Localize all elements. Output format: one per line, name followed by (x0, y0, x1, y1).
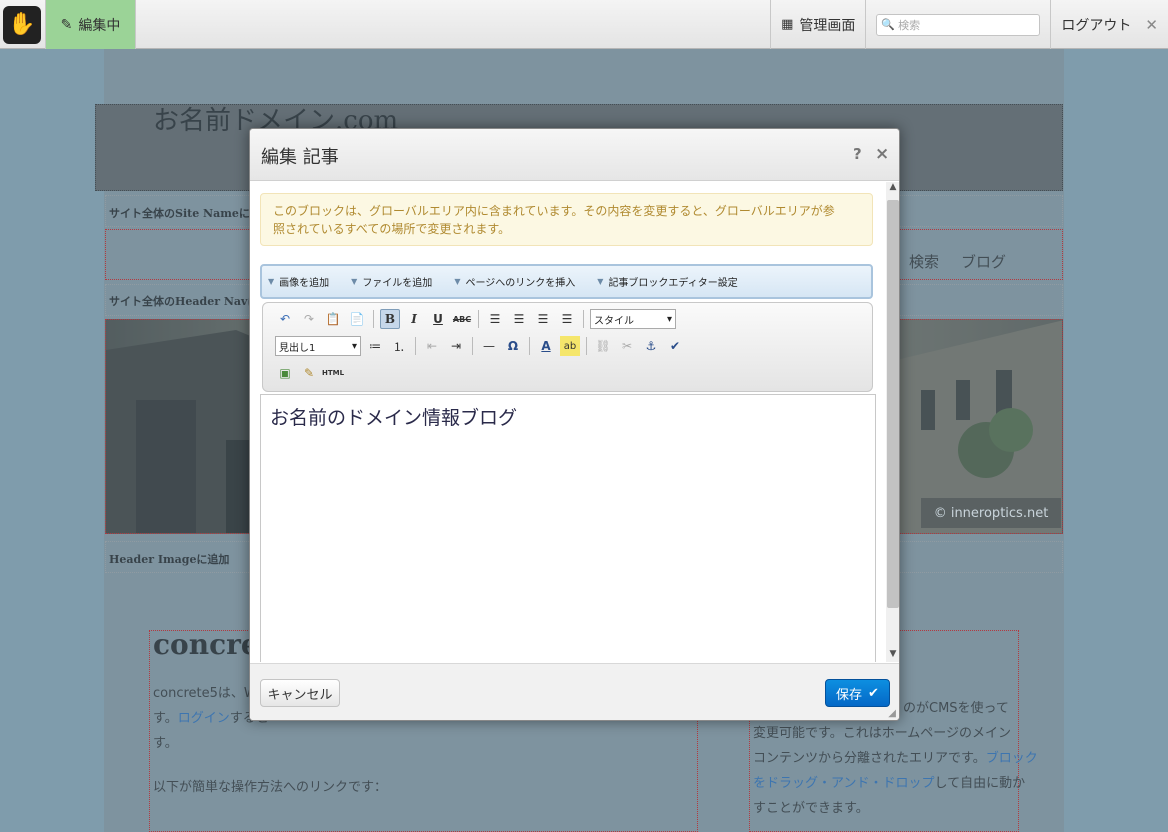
alert-line-2: 照されているすべての場所で変更されます。 (273, 222, 511, 236)
dashboard-grid-icon: ▦ (781, 17, 794, 32)
format-select-value: 見出し1 (279, 342, 316, 354)
bullet-list-icon[interactable]: ≔ (365, 336, 385, 356)
separator (478, 310, 479, 328)
toolbar: ✋ ✎ 編集中 ▦ 管理画面 🔍 検索 ログアウト ✕ (0, 0, 1168, 49)
separator (529, 337, 530, 355)
paste-icon[interactable]: 📋 (323, 309, 343, 329)
dashboard-label: 管理画面 (799, 17, 856, 34)
triangle-down-icon: ▼ (454, 277, 461, 286)
style-select[interactable]: スタイル ▾ (590, 309, 676, 329)
separator (415, 337, 416, 355)
chevron-down-icon: ▾ (351, 340, 357, 352)
scrollbar-thumb[interactable] (887, 200, 899, 608)
global-area-alert: このブロックは、グローバルエリア内に含まれています。その内容を変更すると、グロー… (260, 193, 873, 246)
underline-icon[interactable]: U (428, 309, 448, 329)
help-button[interactable]: ? (853, 145, 862, 163)
redo-icon[interactable]: ↷ (299, 309, 319, 329)
save-label: 保存 (836, 687, 863, 703)
triangle-down-icon: ▼ (268, 277, 275, 286)
concrete5-logo-button[interactable]: ✋ (0, 0, 44, 49)
checkmark-icon: ✔ (868, 685, 879, 701)
horizontal-rule-icon[interactable]: — (479, 336, 499, 356)
italic-icon[interactable]: I (404, 309, 424, 329)
edit-mode-label: 編集中 (78, 17, 121, 34)
separator (472, 337, 473, 355)
search-input[interactable]: 🔍 検索 (876, 13, 1041, 36)
strikethrough-icon[interactable]: ABC (452, 309, 472, 329)
search-icon: 🔍 (881, 18, 896, 31)
dialog-close-button[interactable]: × (875, 144, 889, 164)
number-list-icon[interactable]: ⒈ (389, 336, 409, 356)
html-icon[interactable]: HTML (322, 363, 344, 383)
indent-icon[interactable]: ⇥ (446, 336, 466, 356)
logout-label: ログアウト (1061, 17, 1132, 34)
save-button[interactable]: 保存 ✔ (825, 679, 890, 707)
paste-word-icon[interactable]: 📄 (347, 309, 367, 329)
concrete5-logo-icon: ✋ (3, 5, 41, 44)
toolbar-row-1: ↶ ↷ 📋 📄 B I U ABC ☰ ☰ ☰ ☰ スタイル ▾ (275, 309, 676, 329)
triangle-down-icon: ▼ (597, 277, 604, 286)
pencil-icon: ✎ (60, 16, 73, 33)
image-icon[interactable]: ▣ (275, 363, 295, 383)
cancel-button[interactable]: キャンセル (260, 679, 340, 707)
separator (583, 310, 584, 328)
insert-page-link-button[interactable]: ▼ ページへのリンクを挿入 (454, 274, 575, 289)
separator (373, 310, 374, 328)
chevron-down-icon[interactable]: ▼ (886, 649, 899, 662)
editor-settings-label: 記事ブロックエディター設定 (608, 278, 738, 289)
text-color-icon[interactable]: A (536, 336, 556, 356)
dialog-body: このブロックは、グローバルエリア内に含まれています。その内容を変更すると、グロー… (250, 182, 886, 662)
add-image-label: 画像を追加 (279, 278, 330, 289)
dashboard-button[interactable]: ▦ 管理画面 (770, 0, 865, 49)
insert-page-link-label: ページへのリンクを挿入 (465, 278, 576, 289)
add-file-label: ファイルを追加 (362, 278, 433, 289)
search-container: 🔍 検索 (865, 0, 1050, 49)
bold-icon[interactable]: B (380, 309, 400, 329)
search-placeholder: 検索 (898, 18, 921, 32)
format-select[interactable]: 見出し1 ▾ (275, 336, 361, 356)
editor-heading[interactable]: お名前のドメイン情報ブログ (270, 403, 517, 430)
editor-settings-button[interactable]: ▼ 記事ブロックエディター設定 (597, 274, 737, 289)
edit-mode-button[interactable]: ✎ 編集中 (45, 0, 136, 49)
edit-block-dialog: 編集 記事 ? × このブロックは、グローバルエリア内に含まれています。その内容… (249, 128, 900, 721)
chevron-up-icon[interactable]: ▲ (886, 182, 899, 195)
link-icon[interactable]: ⛓ (593, 336, 613, 356)
block-toolbar: ▼ 画像を追加 ▼ ファイルを追加 ▼ ページへのリンクを挿入 ▼ 記事ブロックエディタ… (260, 264, 873, 299)
special-char-icon[interactable]: Ω (503, 336, 523, 356)
triangle-down-icon: ▼ (351, 277, 358, 286)
separator (586, 337, 587, 355)
alert-line-1: このブロックは、グローバルエリア内に含まれています。その内容を変更すると、グロー… (273, 204, 835, 218)
align-center-icon[interactable]: ☰ (509, 309, 529, 329)
resize-grip-icon[interactable]: ◢ (888, 708, 896, 719)
chevron-down-icon: ▾ (666, 313, 672, 325)
dialog-header: 編集 記事 ? × (250, 129, 899, 181)
undo-icon[interactable]: ↶ (275, 309, 295, 329)
align-left-icon[interactable]: ☰ (485, 309, 505, 329)
toolbar-row-2: 見出し1 ▾ ≔ ⒈ ⇤ ⇥ — Ω A ab ⛓ ✂ ⚓ ✔ (275, 336, 685, 356)
align-right-icon[interactable]: ☰ (533, 309, 553, 329)
rich-text-toolbar: ↶ ↷ 📋 📄 B I U ABC ☰ ☰ ☰ ☰ スタイル ▾ 見出し1 ▾ ≔ (262, 302, 873, 392)
add-file-button[interactable]: ▼ ファイルを追加 (351, 274, 432, 289)
editor-content-area[interactable]: お名前のドメイン情報ブログ (260, 394, 876, 662)
add-image-button[interactable]: ▼ 画像を追加 (268, 274, 329, 289)
cleanup-icon[interactable]: ✎ (299, 363, 319, 383)
dialog-footer: キャンセル 保存 ✔ ◢ (250, 663, 899, 720)
close-icon: ✕ (1145, 15, 1158, 34)
align-justify-icon[interactable]: ☰ (557, 309, 577, 329)
logout-button[interactable]: ログアウト ✕ (1050, 0, 1168, 49)
toolbar-row-3: ▣ ✎ HTML (275, 363, 344, 383)
style-select-value: スタイル (594, 315, 634, 327)
dialog-scrollbar[interactable]: ▲ ▼ (886, 182, 899, 662)
outdent-icon[interactable]: ⇤ (422, 336, 442, 356)
highlight-icon[interactable]: ab (560, 336, 580, 356)
anchor-icon[interactable]: ⚓ (641, 336, 661, 356)
unlink-icon[interactable]: ✂ (617, 336, 637, 356)
spellcheck-icon[interactable]: ✔ (665, 336, 685, 356)
dialog-title: 編集 記事 (261, 147, 339, 168)
toolbar-right: ▦ 管理画面 🔍 検索 ログアウト ✕ (770, 0, 1168, 49)
